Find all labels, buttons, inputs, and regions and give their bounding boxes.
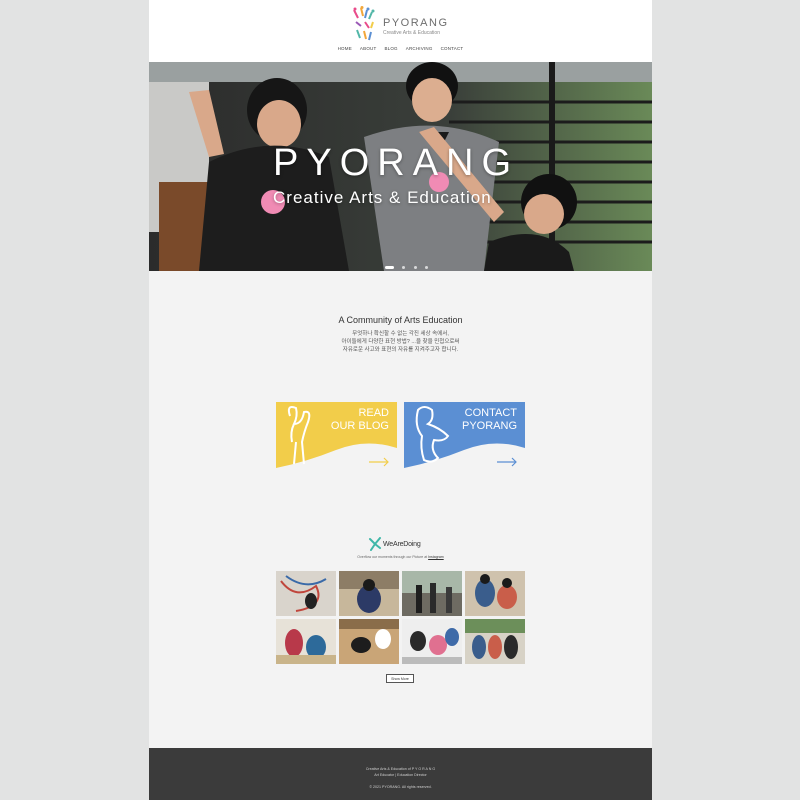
nav-item-contact[interactable]: CONTACT	[441, 46, 464, 51]
slider-dots	[385, 259, 432, 270]
star-figure-icon	[369, 537, 381, 551]
footer-line-1: Creative Arts & Education of P Y O R A N…	[365, 767, 436, 771]
gallery-photo-6[interactable]	[339, 619, 399, 664]
read-blog-label: READ OUR BLOG	[331, 407, 389, 433]
intro-line-1: 무엇하나 확신할 수 없는 각진 세상 속에서,	[352, 331, 449, 337]
gallery-photo-7[interactable]	[402, 619, 462, 664]
contact-line2: PYORANG	[461, 420, 517, 432]
contact-label: CONTACT PYORANG	[462, 407, 517, 433]
read-blog-card[interactable]: READ OUR BLOG	[276, 402, 397, 469]
intro-line-2: 아이들에게 다양한 표현 방법? ...을 찾을 민첩으로써	[341, 339, 460, 345]
intro-title: A Community of Arts Education	[338, 315, 463, 325]
main-nav: HOME ABOUT BLOG ARCHIVING CONTACT	[149, 46, 652, 51]
site-header: PYORANG Creative Arts & Education HOME A…	[149, 0, 652, 62]
photo-grid	[276, 571, 525, 665]
read-blog-line2: OUR BLOG	[330, 420, 389, 432]
logo-mark-icon	[353, 6, 375, 41]
arrow-right-icon	[497, 457, 517, 467]
gallery-photo-8[interactable]	[465, 619, 525, 664]
gallery-caption-text: Overflow our moments through our Picture…	[357, 555, 428, 559]
logo-name: PYORANG	[383, 17, 449, 29]
gallery-photo-3[interactable]	[402, 571, 462, 616]
gallery-caption: Overflow our moments through our Picture…	[149, 555, 652, 559]
footer-line-2: Art Educator | Education Director	[374, 773, 427, 777]
we-are-doing-title: WeAreDoing	[383, 541, 421, 548]
intro-line-3: 자유로운 사고와 표현의 자유를 지켜주고자 합니다.	[342, 347, 459, 353]
nav-item-blog[interactable]: BLOG	[384, 46, 397, 51]
hero-title: PYORANG	[273, 142, 520, 184]
page: PYORANG Creative Arts & Education HOME A…	[149, 0, 652, 800]
footer-copyright: © 2021 PYORANG. All rights reserved.	[369, 785, 432, 789]
arrow-right-icon	[369, 457, 389, 467]
hero-slider[interactable]: PYORANG Creative Arts & Education	[149, 62, 652, 271]
gallery-photo-2[interactable]	[339, 571, 399, 616]
show-more-button[interactable]: Show More	[386, 674, 414, 683]
slider-dot-1[interactable]	[385, 266, 394, 270]
instagram-link[interactable]: Instagram	[428, 555, 444, 559]
gallery-photo-5[interactable]	[276, 619, 336, 664]
contact-line1: CONTACT	[464, 407, 517, 419]
nav-item-archiving[interactable]: ARCHIVING	[406, 46, 433, 51]
logo[interactable]: PYORANG Creative Arts & Education	[351, 6, 451, 44]
gallery-photo-1[interactable]	[276, 571, 336, 616]
nav-item-home[interactable]: HOME	[338, 46, 352, 51]
gallery-photo-4[interactable]	[465, 571, 525, 616]
footer: Creative Arts & Education of P Y O R A N…	[149, 748, 652, 800]
nav-item-about[interactable]: ABOUT	[360, 46, 377, 51]
logo-tagline: Creative Arts & Education	[383, 30, 440, 36]
contact-card[interactable]: CONTACT PYORANG	[404, 402, 525, 469]
hero-subtitle: Creative Arts & Education	[273, 188, 492, 207]
read-blog-line1: READ	[358, 407, 389, 419]
